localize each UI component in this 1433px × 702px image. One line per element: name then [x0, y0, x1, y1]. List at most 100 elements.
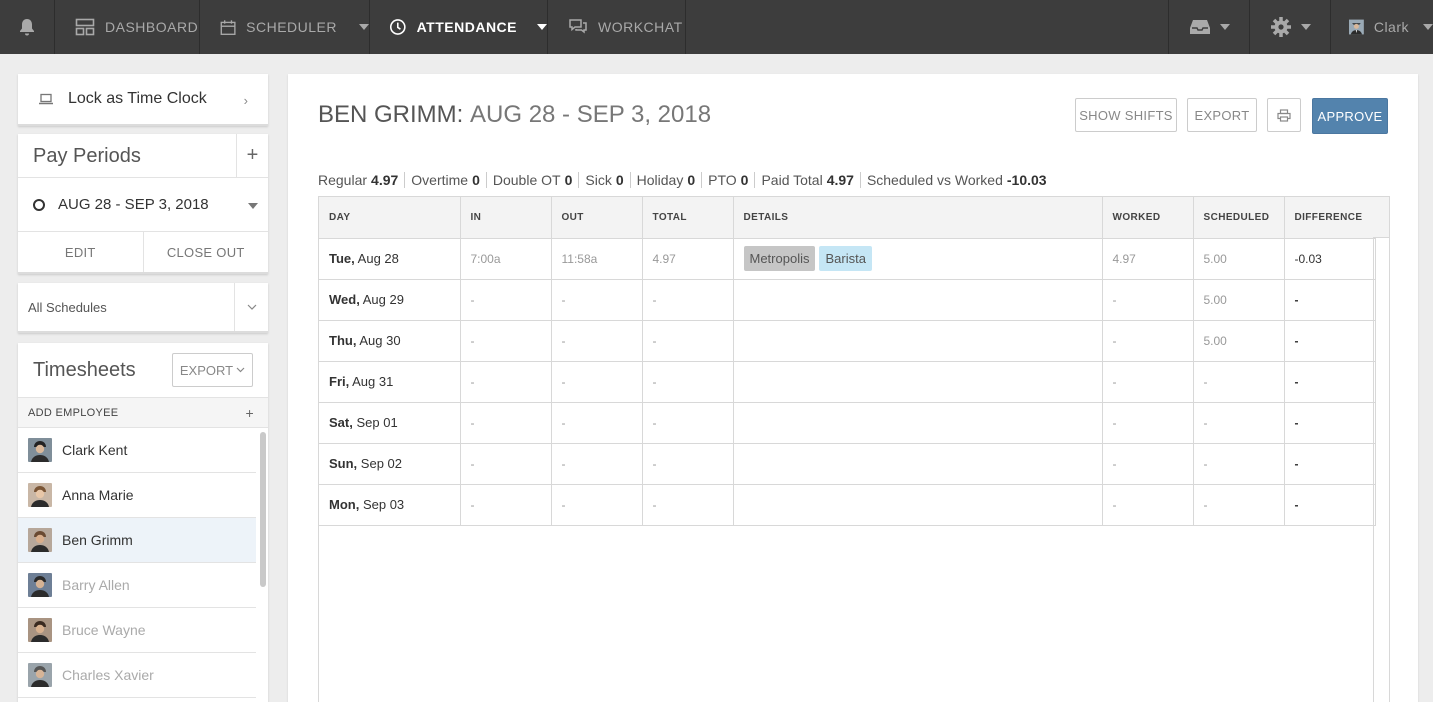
table-row[interactable]: Mon, Sep 03- - - - - -	[319, 484, 1376, 526]
summary-label: Holiday	[636, 172, 684, 188]
worked-cell: 4.97	[1102, 238, 1194, 280]
day-date: Aug 29	[362, 292, 404, 307]
position-tag[interactable]: Barista	[819, 246, 872, 271]
summary-value: 0	[687, 172, 696, 188]
plus-icon: +	[245, 405, 254, 421]
avatar	[28, 528, 52, 552]
in-cell[interactable]: -	[460, 361, 552, 403]
employee-row[interactable]: Anna Marie	[18, 473, 256, 518]
summary-label: Regular	[318, 172, 368, 188]
details-cell	[733, 402, 1103, 444]
summary-value: 0	[740, 172, 749, 188]
approve-button[interactable]: APPROVE	[1312, 98, 1388, 134]
in-cell[interactable]: -	[460, 402, 552, 444]
employee-name: Charles Xavier	[62, 667, 154, 683]
out-cell[interactable]: -	[551, 484, 643, 526]
edit-button[interactable]: EDIT	[18, 232, 143, 272]
table-body: Tue, Aug 28 7:00a 11:58a 4.97 Metropolis Bari…	[319, 238, 1376, 526]
in-cell[interactable]: -	[460, 279, 552, 321]
employee-row[interactable]: Charles Xavier	[18, 653, 256, 698]
difference-cell: -	[1284, 320, 1376, 362]
export-button[interactable]: EXPORT	[1187, 98, 1257, 132]
out-cell[interactable]: -	[551, 320, 643, 362]
nav-attendance-label: ATTENDANCE	[416, 19, 517, 35]
employee-row[interactable]: Clark Kent	[18, 428, 256, 473]
table-row[interactable]: Sat, Sep 01- - - - - -	[319, 402, 1376, 444]
table-header: DAY IN OUT TOTAL DETAILS WORKED SCHEDULED DIFFE…	[319, 197, 1376, 239]
chevron-down-icon	[537, 24, 547, 30]
out-cell[interactable]: -	[551, 443, 643, 485]
add-employee-button[interactable]: ADD EMPLOYEE +	[18, 397, 268, 428]
table-row[interactable]: Sun, Sep 02- - - - - -	[319, 443, 1376, 485]
user-name: Clark	[1373, 19, 1409, 35]
settings-menu[interactable]	[1250, 0, 1331, 54]
schedule-filter-dropdown[interactable]	[234, 283, 268, 331]
dashboard-icon	[75, 18, 95, 36]
day-cell: Sat, Sep 01	[319, 402, 461, 444]
worked-cell: -	[1102, 279, 1194, 321]
column-header: IN	[460, 197, 552, 239]
timesheets-title: Timesheets	[33, 358, 136, 381]
table-row[interactable]: Thu, Aug 30- - - -5.00-	[319, 320, 1376, 362]
close-out-button[interactable]: CLOSE OUT	[142, 232, 269, 272]
nav-dashboard[interactable]: DASHBOARD	[55, 0, 200, 54]
summary-label: Sick	[585, 172, 612, 188]
chevron-down-icon	[359, 24, 369, 30]
pay-period-select[interactable]: AUG 28 - SEP 3, 2018	[18, 178, 268, 232]
nav-scheduler[interactable]: SCHEDULER	[200, 0, 370, 54]
employee-row[interactable]: Barry Allen	[18, 563, 256, 608]
out-cell[interactable]: -	[551, 279, 643, 321]
out-cell[interactable]: 11:58a	[551, 238, 643, 280]
summary-item: PTO 0	[701, 172, 754, 188]
nav-dashboard-label: DASHBOARD	[105, 19, 199, 35]
schedule-filter[interactable]: All Schedules	[18, 283, 268, 333]
table-row[interactable]: Tue, Aug 28 7:00a 11:58a 4.97 Metropolis Bari…	[319, 238, 1376, 280]
scheduled-cell: -	[1193, 484, 1285, 526]
out-cell[interactable]: -	[551, 402, 643, 444]
add-pay-period-button[interactable]: +	[236, 134, 268, 177]
avatar	[1349, 19, 1364, 35]
in-cell[interactable]: -	[460, 320, 552, 362]
employee-list-scrollbar[interactable]	[260, 432, 266, 587]
timesheets-export-button[interactable]: EXPORT	[172, 353, 253, 387]
pay-period-range: AUG 28 - SEP 3, 2018	[470, 101, 712, 128]
day-of-week: Thu,	[329, 333, 357, 348]
employee-row[interactable]: Ben Grimm	[18, 518, 256, 563]
details-cell	[733, 443, 1103, 485]
total-cell: -	[642, 402, 734, 444]
show-shifts-button[interactable]: SHOW SHIFTS	[1075, 98, 1177, 132]
nav-spacer	[686, 0, 1169, 54]
summary-value: 4.97	[371, 172, 399, 188]
pay-periods-header: Pay Periods +	[18, 134, 268, 178]
day-date: Aug 31	[352, 374, 394, 389]
table-row[interactable]: Wed, Aug 29- - - -5.00-	[319, 279, 1376, 321]
nav-workchat[interactable]: WORKCHAT	[548, 0, 686, 54]
location-tag[interactable]: Metropolis	[743, 246, 816, 271]
chat-icon	[569, 19, 587, 34]
column-header: OUT	[551, 197, 643, 239]
in-cell[interactable]: -	[460, 484, 552, 526]
table-row[interactable]: Fri, Aug 31- - - - - -	[319, 361, 1376, 403]
notifications-button[interactable]	[0, 0, 55, 54]
inbox-menu[interactable]	[1169, 0, 1250, 54]
print-button[interactable]	[1267, 98, 1301, 132]
lock-time-clock-button[interactable]: Lock as Time Clock ›	[18, 74, 268, 126]
employee-row[interactable]: Bruce Wayne	[18, 608, 256, 653]
chevron-down-icon	[1423, 24, 1433, 30]
difference-cell: -	[1284, 402, 1376, 444]
timesheets-panel: Timesheets EXPORT ADD EMPLOYEE + Clark K…	[18, 343, 268, 702]
timesheet-main: BEN GRIMM: AUG 28 - SEP 3, 2018 SHOW SHI…	[288, 74, 1418, 702]
difference-cell: -	[1284, 361, 1376, 403]
nav-attendance[interactable]: ATTENDANCE	[370, 0, 548, 54]
out-cell[interactable]: -	[551, 361, 643, 403]
in-cell[interactable]: 7:00a	[460, 238, 552, 280]
bell-icon	[20, 19, 34, 36]
pay-period-value: AUG 28 - SEP 3, 2018	[58, 196, 209, 213]
lock-time-clock-label: Lock as Time Clock	[68, 90, 207, 107]
add-employee-label: ADD EMPLOYEE	[28, 406, 119, 419]
day-of-week: Mon,	[329, 497, 360, 512]
summary-value: 4.97	[826, 172, 854, 188]
summary-label: Overtime	[411, 172, 469, 188]
in-cell[interactable]: -	[460, 443, 552, 485]
user-menu[interactable]: Clark	[1331, 0, 1433, 54]
